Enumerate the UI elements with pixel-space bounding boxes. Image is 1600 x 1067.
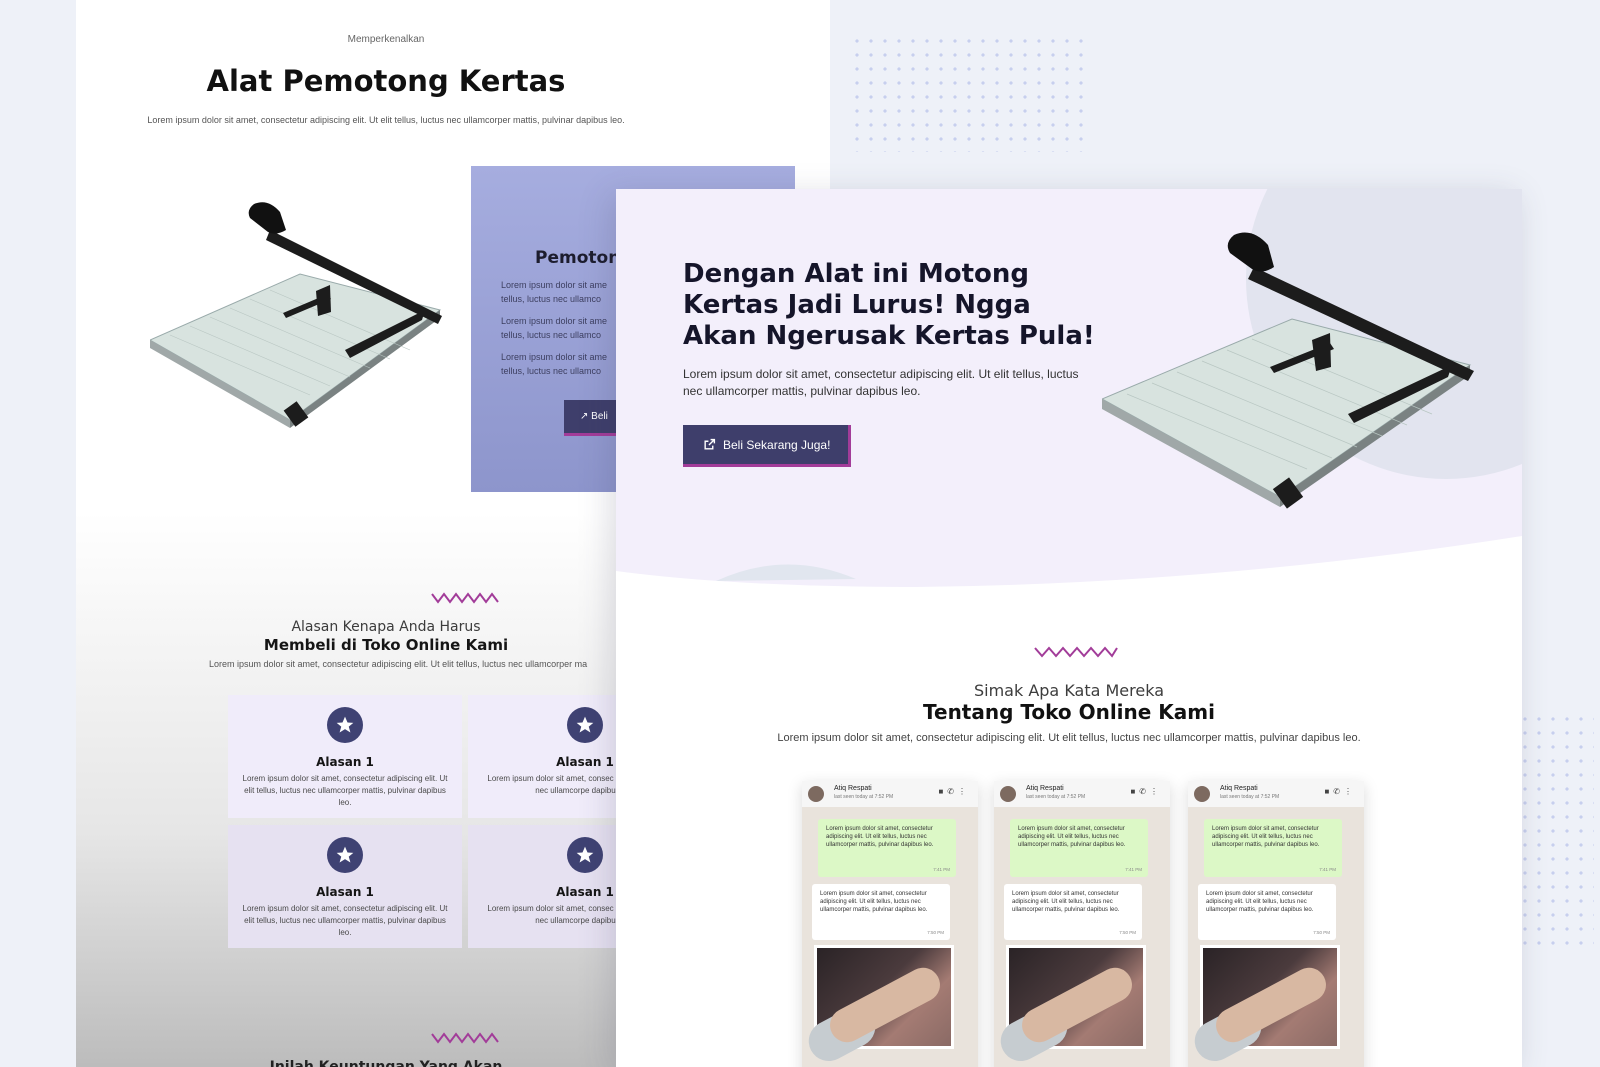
message-time: 7:41 PM — [933, 867, 950, 872]
paper-cutter-image — [150, 202, 442, 428]
more-icon: ⋮ — [1150, 787, 1162, 796]
hero-description: Lorem ipsum dolor sit amet, consectetur … — [683, 367, 1079, 398]
star-icon — [327, 837, 363, 873]
paper-cutter-image — [1102, 232, 1474, 509]
chat-header-icons: ■✆⋮ — [1324, 787, 1356, 796]
message-text: Lorem ipsum dolor sit amet, consectetur … — [1212, 826, 1320, 848]
phone-icon: ✆ — [947, 787, 958, 796]
incoming-message: Lorem ipsum dolor sit amet, consectetur … — [1004, 884, 1142, 940]
external-link-icon: ↗ — [580, 411, 589, 422]
chat-last-seen: last seen today at 7:52 PM — [834, 794, 894, 800]
product-card-title: Pemoton — [535, 248, 621, 268]
message-text: Lorem ipsum dolor sit amet, consectetur … — [1012, 891, 1120, 913]
dot-pattern-right — [1518, 712, 1594, 952]
chat-photo — [802, 945, 954, 1067]
chat-screenshot: Atiq Respati last seen today at 7:52 PM … — [1188, 781, 1364, 1067]
reason-text: Lorem ipsum dolor sit amet, consectetur … — [242, 774, 448, 807]
more-icon: ⋮ — [958, 787, 970, 796]
chat-last-seen: last seen today at 7:52 PM — [1026, 794, 1086, 800]
video-icon: ■ — [1130, 787, 1140, 796]
hero-title: Dengan Alat ini Motong Kertas Jadi Lurus… — [683, 259, 1095, 351]
reason-card: Alasan 1 Lorem ipsum dolor sit amet, con… — [228, 825, 462, 948]
chat-contact-name: Atiq Respati — [1026, 785, 1064, 792]
reason-title: Alasan 1 — [316, 885, 374, 899]
landing-page-preview-front: Dengan Alat ini Motong Kertas Jadi Lurus… — [616, 189, 1522, 1067]
chat-header: Atiq Respati last seen today at 7:52 PM … — [802, 781, 978, 807]
reasons-subtitle: Alasan Kenapa Anda Harus — [291, 619, 481, 635]
incoming-message: Lorem ipsum dolor sit amet, consectetur … — [812, 884, 950, 940]
chat-photo — [1188, 945, 1340, 1067]
star-icon — [327, 707, 363, 743]
chat-photo — [994, 945, 1146, 1067]
message-text: Lorem ipsum dolor sit amet, consectetur … — [1018, 826, 1126, 848]
message-time: 7:41 PM — [1319, 867, 1336, 872]
chat-last-seen: last seen today at 7:52 PM — [1220, 794, 1280, 800]
page-description: Lorem ipsum dolor sit amet, consectetur … — [147, 115, 625, 125]
chat-contact-name: Atiq Respati — [1220, 785, 1258, 792]
video-icon: ■ — [938, 787, 948, 796]
eyebrow-label: Memperkenalkan — [347, 34, 425, 45]
message-text: Lorem ipsum dolor sit amet, consectetur … — [826, 826, 934, 848]
zigzag-divider — [431, 1032, 499, 1044]
hero-section: Dengan Alat ini Motong Kertas Jadi Lurus… — [616, 189, 1522, 589]
outgoing-message: Lorem ipsum dolor sit amet, consectetur … — [818, 819, 956, 877]
avatar — [1194, 786, 1210, 802]
outgoing-message: Lorem ipsum dolor sit amet, consectetur … — [1010, 819, 1148, 877]
message-text: Lorem ipsum dolor sit amet, consectetur … — [820, 891, 928, 913]
reason-card: Alasan 1 Lorem ipsum dolor sit amet, con… — [228, 695, 462, 818]
dot-pattern-top — [850, 34, 1090, 152]
testimonials-subtitle: Simak Apa Kata Mereka — [973, 681, 1165, 700]
reason-title: Alasan 1 — [316, 755, 374, 769]
reasons-title: Membeli di Toko Online Kami — [263, 636, 509, 654]
video-icon: ■ — [1324, 787, 1334, 796]
avatar — [1000, 786, 1016, 802]
phone-icon: ✆ — [1333, 787, 1344, 796]
chat-header-icons: ■✆⋮ — [1130, 787, 1162, 796]
message-time: 7:50 PM — [927, 930, 944, 935]
message-time: 7:50 PM — [1313, 930, 1330, 935]
message-text: Lorem ipsum dolor sit amet, consectetur … — [1206, 891, 1314, 913]
message-time: 7:50 PM — [1119, 930, 1136, 935]
phone-icon: ✆ — [1139, 787, 1150, 796]
avatar — [808, 786, 824, 802]
chat-screenshot: Atiq Respati last seen today at 7:52 PM … — [994, 781, 1170, 1067]
outgoing-message: Lorem ipsum dolor sit amet, consectetur … — [1204, 819, 1342, 877]
more-icon: ⋮ — [1344, 787, 1356, 796]
reason-text: Lorem ipsum dolor sit amet, consectetur … — [242, 904, 448, 937]
benefits-title: Inilah Keuntungan Yang Akan — [269, 1059, 503, 1067]
page-title: Alat Pemotong Kertas — [206, 64, 566, 98]
star-icon — [567, 837, 603, 873]
testimonials-title: Tentang Toko Online Kami — [923, 700, 1215, 724]
buy-button-label: Beli — [591, 411, 608, 422]
zigzag-divider — [431, 592, 499, 604]
zigzag-divider — [1034, 646, 1118, 658]
chat-contact-name: Atiq Respati — [834, 785, 872, 792]
star-icon — [567, 707, 603, 743]
chat-header: Atiq Respati last seen today at 7:52 PM … — [994, 781, 1170, 807]
buy-now-label: Beli Sekarang Juga! — [723, 438, 831, 452]
chat-header-icons: ■✆⋮ — [938, 787, 970, 796]
message-time: 7:41 PM — [1125, 867, 1142, 872]
chat-header: Atiq Respati last seen today at 7:52 PM … — [1188, 781, 1364, 807]
buy-now-button[interactable]: Beli Sekarang Juga! — [683, 425, 851, 467]
testimonials-description: Lorem ipsum dolor sit amet, consectetur … — [777, 732, 1361, 744]
incoming-message: Lorem ipsum dolor sit amet, consectetur … — [1198, 884, 1336, 940]
external-link-icon — [704, 438, 716, 450]
chat-screenshot: Atiq Respati last seen today at 7:52 PM … — [802, 781, 978, 1067]
